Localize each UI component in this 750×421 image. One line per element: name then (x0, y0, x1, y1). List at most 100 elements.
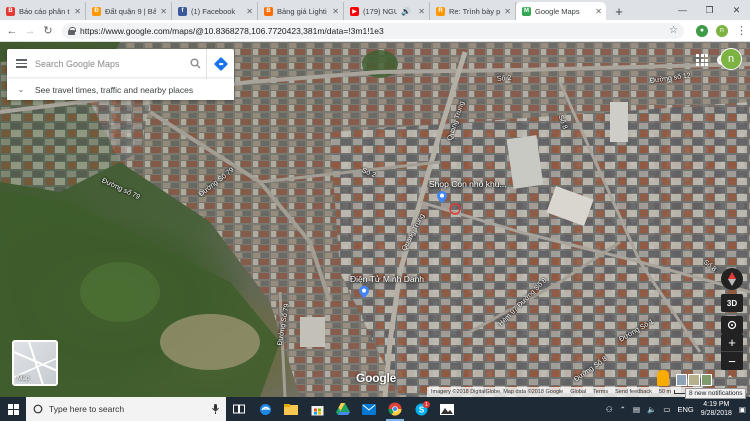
store-icon[interactable] (304, 397, 330, 421)
drive-icon[interactable] (330, 397, 356, 421)
mail-app-icon[interactable] (356, 397, 382, 421)
browser-tab[interactable]: B Bảng giá Lighti ✕ (258, 2, 344, 20)
audio-icon[interactable]: 🔊 (401, 7, 411, 16)
task-view-icon[interactable] (226, 397, 252, 421)
favicon-icon: Đ (92, 6, 101, 16)
system-tray: ⚇ ⌃ ▤ 🔈 ▭ ENG 4:19 PM 9/28/2018 ▣ (606, 397, 750, 421)
browser-tab[interactable]: Đ Đất quận 9 | Bấ ✕ (86, 2, 172, 20)
language-indicator[interactable]: ENG (677, 405, 693, 414)
file-explorer-icon[interactable] (278, 397, 304, 421)
rotate-icon[interactable] (721, 316, 743, 334)
imagery-thumb[interactable] (676, 374, 688, 386)
tab-strip: B Báo cáo phân tí ✕ Đ Đất quận 9 | Bấ ✕ … (0, 0, 750, 20)
start-button[interactable] (0, 397, 26, 421)
pegman-icon[interactable] (657, 370, 669, 386)
search-icon[interactable] (184, 58, 206, 69)
imagery-credit: Imagery ©2018 DigitalGlobe, Map data ©20… (431, 389, 564, 395)
imagery-thumbnails[interactable] (676, 374, 712, 386)
tab-title: Re: Trình bày ph (449, 6, 501, 16)
travel-times-expander[interactable]: ⌄ See travel times, traffic and nearby p… (7, 78, 234, 100)
show-hidden-icons-icon[interactable]: ⌃ (620, 405, 626, 414)
forward-button[interactable]: → (22, 23, 38, 39)
windows-logo-icon (7, 403, 19, 415)
profile-avatar[interactable]: n (716, 24, 728, 37)
edge-icon[interactable] (252, 397, 278, 421)
tab-close-icon[interactable]: ✕ (246, 7, 253, 16)
place-label[interactable]: Điện Tử Minh Danh (350, 274, 424, 284)
satellite-map[interactable]: ⌄ See travel times, traffic and nearby p… (0, 42, 750, 397)
directions-icon (213, 56, 228, 71)
scale-label: 50 m (658, 389, 672, 395)
tab-title: (1) Facebook (191, 6, 236, 16)
tab-close-icon[interactable]: ✕ (160, 7, 167, 16)
minimize-button[interactable]: — (669, 0, 696, 20)
taskbar-search-input[interactable] (49, 404, 206, 414)
close-window-button[interactable]: ✕ (723, 0, 750, 20)
favicon-icon: B (264, 6, 273, 16)
travel-prompt-text: See travel times, traffic and nearby pla… (35, 84, 194, 95)
place-pin-icon[interactable] (359, 286, 369, 298)
new-tab-button[interactable]: + (610, 2, 628, 20)
tab-close-icon[interactable]: ✕ (418, 7, 425, 16)
tab-close-icon[interactable]: ✕ (74, 7, 81, 16)
account-avatar[interactable]: n (720, 48, 742, 70)
imagery-thumb[interactable] (688, 374, 700, 386)
directions-button[interactable] (206, 49, 234, 78)
browser-tab[interactable]: B Báo cáo phân tí ✕ (0, 2, 86, 20)
place-label[interactable]: Shop Con nhỏ khu... (429, 179, 507, 189)
chevron-down-icon: ⌄ (17, 85, 25, 94)
browser-tab[interactable]: f (1) Facebook ✕ (172, 2, 258, 20)
browser-tab[interactable]: R Re: Trình bày ph ✕ (430, 2, 516, 20)
tab-close-icon[interactable]: ✕ (332, 7, 339, 16)
people-icon[interactable]: ⚇ (606, 405, 613, 414)
clock[interactable]: 4:19 PM 9/28/2018 (701, 400, 732, 418)
action-center-icon[interactable]: ▣ (739, 405, 746, 414)
tab-title: Google Maps (535, 6, 580, 16)
search-icon (33, 404, 43, 414)
apps-grid-icon[interactable] (696, 54, 708, 66)
browser-tab[interactable]: ▶ (179) NGUC 🔊 ✕ (344, 2, 430, 20)
browser-tab-active[interactable]: M Google Maps ✕ (516, 2, 606, 20)
search-input[interactable] (35, 58, 184, 69)
photos-icon[interactable] (434, 397, 460, 421)
chrome-menu-icon[interactable]: ⋮ (736, 24, 747, 37)
favicon-icon: R (436, 6, 445, 16)
zoom-in-button[interactable]: + (721, 334, 743, 352)
url-text[interactable]: https://www.google.com/maps/@10.8368278,… (80, 26, 664, 36)
battery-icon[interactable]: ▭ (663, 405, 670, 414)
back-button[interactable]: ← (4, 23, 20, 39)
tab-close-icon[interactable]: ✕ (595, 7, 602, 16)
imagery-thumb[interactable] (700, 374, 712, 386)
menu-icon[interactable] (7, 59, 35, 68)
tab-title: Báo cáo phân tí (19, 6, 71, 16)
taskbar-search-box[interactable] (26, 397, 226, 421)
network-icon[interactable]: ▤ (633, 405, 640, 414)
reload-button[interactable]: ↻ (40, 23, 56, 39)
region-link[interactable]: Global (570, 389, 586, 395)
bookmark-star-icon[interactable]: ☆ (669, 25, 678, 36)
place-pin-icon[interactable] (437, 191, 447, 203)
microphone-icon[interactable] (212, 404, 219, 414)
map-type-switcher[interactable]: Map (12, 340, 58, 386)
minimap-label: Map (17, 375, 30, 382)
volume-icon[interactable]: 🔈 (647, 405, 656, 414)
tab-title: Bảng giá Lighti (277, 6, 327, 16)
chevron-up-icon[interactable]: ⌃ (723, 372, 737, 386)
favicon-icon: f (178, 6, 187, 16)
3d-toggle-button[interactable]: 3D (721, 294, 743, 312)
windows-taskbar: S 1 ⚇ ⌃ ▤ 🔈 ▭ ENG 4:19 PM 9/28/2018 ▣ (0, 397, 750, 421)
google-maps-favicon-icon: M (522, 6, 531, 16)
window-controls: — ❐ ✕ (669, 0, 750, 20)
google-logo: Google (356, 371, 397, 385)
zoom-out-button[interactable]: − (721, 352, 743, 370)
restore-button[interactable]: ❐ (696, 0, 723, 20)
skype-icon[interactable]: S 1 (408, 397, 434, 421)
tab-close-icon[interactable]: ✕ (504, 7, 511, 16)
terms-link[interactable]: Terms (593, 389, 608, 395)
extension-icon[interactable]: ● (696, 24, 708, 37)
compass-icon[interactable] (721, 268, 743, 290)
address-bar[interactable]: https://www.google.com/maps/@10.8368278,… (62, 22, 684, 39)
send-feedback-link[interactable]: Send feedback (615, 389, 652, 395)
maps-search-box (7, 49, 234, 78)
chrome-taskbar-icon[interactable] (382, 397, 408, 421)
